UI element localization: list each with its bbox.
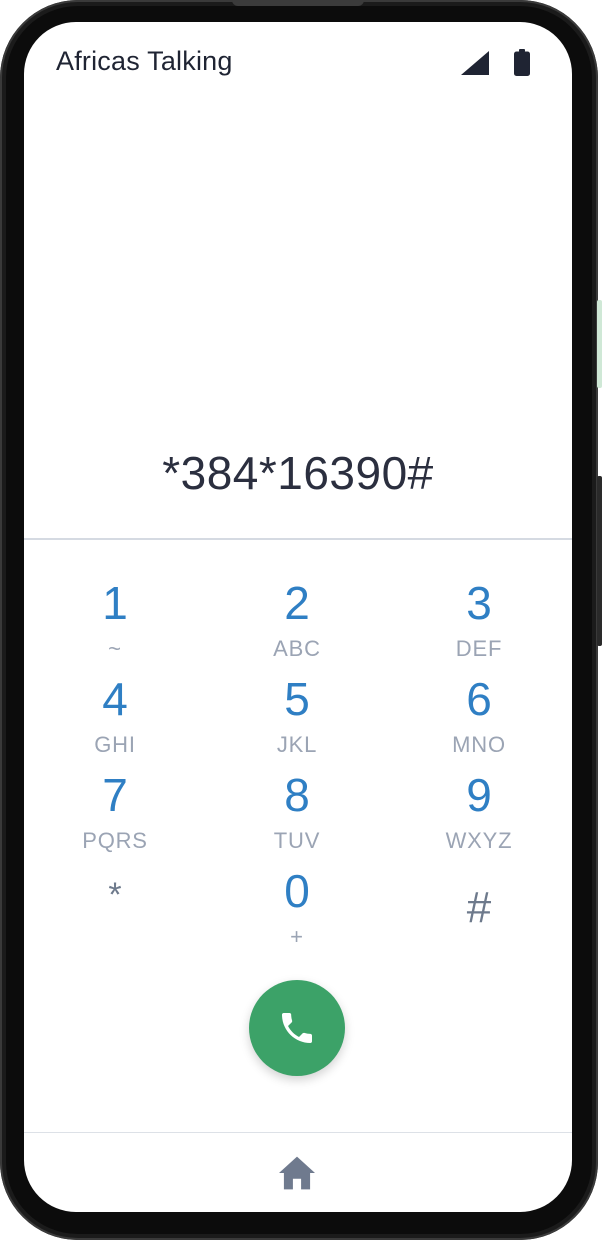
key-letters: TUV — [273, 828, 321, 853]
signal-icon — [461, 51, 489, 75]
key-digit: 1 — [102, 577, 128, 629]
key-8[interactable]: 8 TUV — [227, 772, 367, 862]
key-letters: + — [290, 924, 304, 949]
home-button[interactable] — [277, 1155, 317, 1191]
key-1[interactable]: 1 ~ — [45, 580, 185, 670]
key-7[interactable]: 7 PQRS — [45, 772, 185, 862]
key-0[interactable]: 0 + — [227, 868, 367, 958]
home-icon — [279, 1156, 315, 1190]
key-digit: 6 — [466, 673, 492, 725]
key-9[interactable]: 9 WXYZ — [409, 772, 549, 862]
status-bar: Africas Talking — [24, 22, 572, 102]
key-4[interactable]: 4 GHI — [45, 676, 185, 766]
speaker-grille — [232, 0, 364, 6]
key-digit: 3 — [466, 577, 492, 629]
key-digit: # — [466, 883, 492, 932]
bottom-nav-divider — [24, 1132, 572, 1133]
key-digit: 4 — [102, 673, 128, 725]
key-letters: WXYZ — [445, 828, 513, 853]
display-divider — [24, 538, 572, 540]
key-letters: GHI — [94, 732, 136, 757]
key-3[interactable]: 3 DEF — [409, 580, 549, 670]
key-letters: PQRS — [82, 828, 148, 853]
key-digit: 9 — [466, 769, 492, 821]
key-6[interactable]: 6 MNO — [409, 676, 549, 766]
key-2[interactable]: 2 ABC — [227, 580, 367, 670]
key-letters: ABC — [273, 636, 321, 661]
key-hash[interactable]: # — [409, 886, 549, 976]
key-digit: 0 — [284, 865, 310, 917]
key-letters: ~ — [108, 636, 122, 661]
key-letters: MNO — [452, 732, 506, 757]
dialed-number-display: *384*16390# — [162, 447, 434, 499]
side-button-upper — [597, 300, 602, 388]
key-letters: JKL — [276, 732, 318, 757]
key-letters: DEF — [455, 636, 503, 661]
phone-icon — [282, 1013, 312, 1043]
key-digit: 5 — [284, 673, 310, 725]
key-star[interactable]: * — [45, 878, 185, 968]
phone-frame: Africas Talking *384*16390# 1 ~ 2 ABC 3 — [0, 0, 602, 1240]
key-digit: * — [108, 876, 122, 914]
key-5[interactable]: 5 JKL — [227, 676, 367, 766]
app-title: Africas Talking — [56, 46, 233, 76]
battery-icon — [514, 49, 530, 76]
call-button[interactable] — [249, 980, 345, 1076]
phone-screen: Africas Talking *384*16390# 1 ~ 2 ABC 3 — [24, 22, 572, 1212]
side-button-volume — [597, 476, 602, 646]
key-digit: 2 — [284, 577, 310, 629]
key-digit: 7 — [102, 769, 128, 821]
key-digit: 8 — [284, 769, 310, 821]
